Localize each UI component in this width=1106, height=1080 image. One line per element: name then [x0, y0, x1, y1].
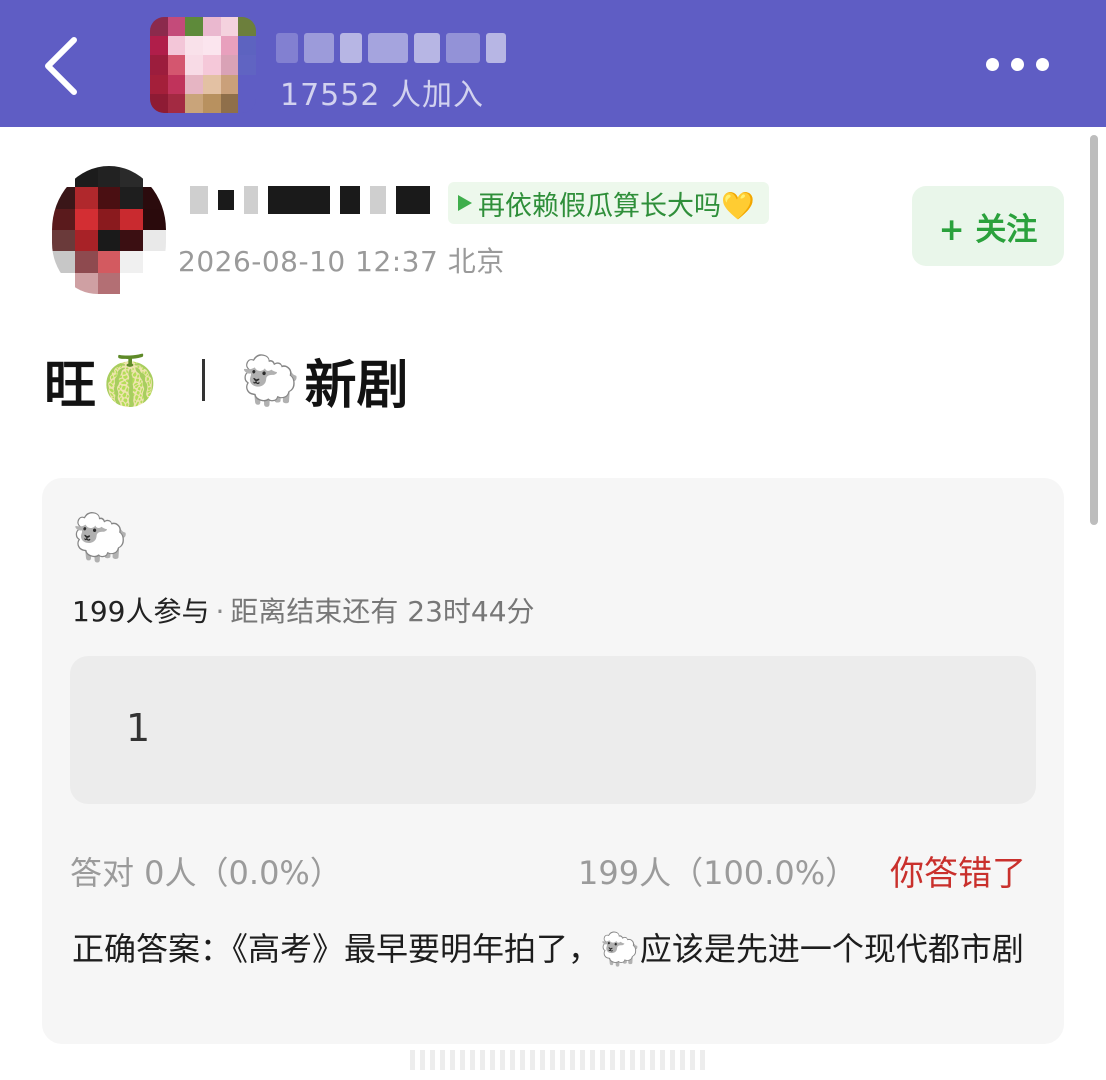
more-options-button[interactable] [986, 48, 1056, 80]
title-text-2: 新剧 [304, 355, 409, 416]
follow-button[interactable]: + 关注 [912, 186, 1064, 266]
quiz-option[interactable]: 1 [70, 656, 1036, 804]
dot-icon [1011, 57, 1024, 71]
user-title-badge: 再依赖假瓜算长大吗💛 [448, 182, 769, 224]
correct-stat: 答对 0人（0.0%） [70, 854, 342, 892]
dot-icon [1036, 57, 1049, 71]
dot-icon [986, 57, 999, 71]
sheep-emoji-icon: 🐑 [240, 352, 301, 409]
melon-emoji-icon: 🍈 [100, 352, 160, 409]
meta-separator: · [215, 595, 225, 628]
author-name-redacted[interactable] [190, 186, 430, 214]
participant-count: 199人参与 [72, 595, 210, 628]
screen: 17552 人加入 再依赖假瓜算长大吗💛 2026-08-10 12:37 北京… [0, 0, 1106, 1080]
badge-text: 再依赖假瓜算长大吗💛 [478, 190, 755, 222]
sheep-emoji-icon: 🐑 [72, 510, 130, 564]
bottom-decoration [410, 1050, 705, 1070]
group-name-redacted [276, 33, 506, 63]
quiz-card: 🐑 199人参与 · 距离结束还有 23时44分 1 答对 0人（0.0%） 199… [42, 478, 1064, 1044]
option-label: 1 [126, 706, 151, 750]
title-divider [201, 359, 205, 401]
top-nav-bar: 17552 人加入 [0, 0, 1106, 127]
quiz-deadline: 距离结束还有 23时44分 [230, 595, 535, 628]
scrollbar[interactable] [1090, 135, 1098, 525]
correct-answer-text: 正确答案：《高考》最早要明年拍了，🐑应该是先进一个现代都市剧 [72, 930, 1024, 968]
author-avatar[interactable] [52, 166, 166, 294]
back-button[interactable] [30, 30, 94, 100]
group-member-count: 17552 人加入 [280, 78, 484, 113]
title-text-1: 旺 [44, 355, 97, 416]
quiz-meta: 199人参与 · 距离结束还有 23时44分 [72, 590, 535, 630]
post-time-location: 2026-08-10 12:37 北京 [178, 245, 505, 278]
chevron-left-icon [45, 37, 77, 95]
group-avatar[interactable] [150, 17, 256, 113]
play-triangle-icon [458, 195, 472, 211]
result-label: 你答错了 [890, 854, 1026, 894]
post-title: 旺 🍈 🐑 新剧 [44, 340, 409, 420]
wrong-stat: 199人（100.0%） [578, 854, 858, 892]
